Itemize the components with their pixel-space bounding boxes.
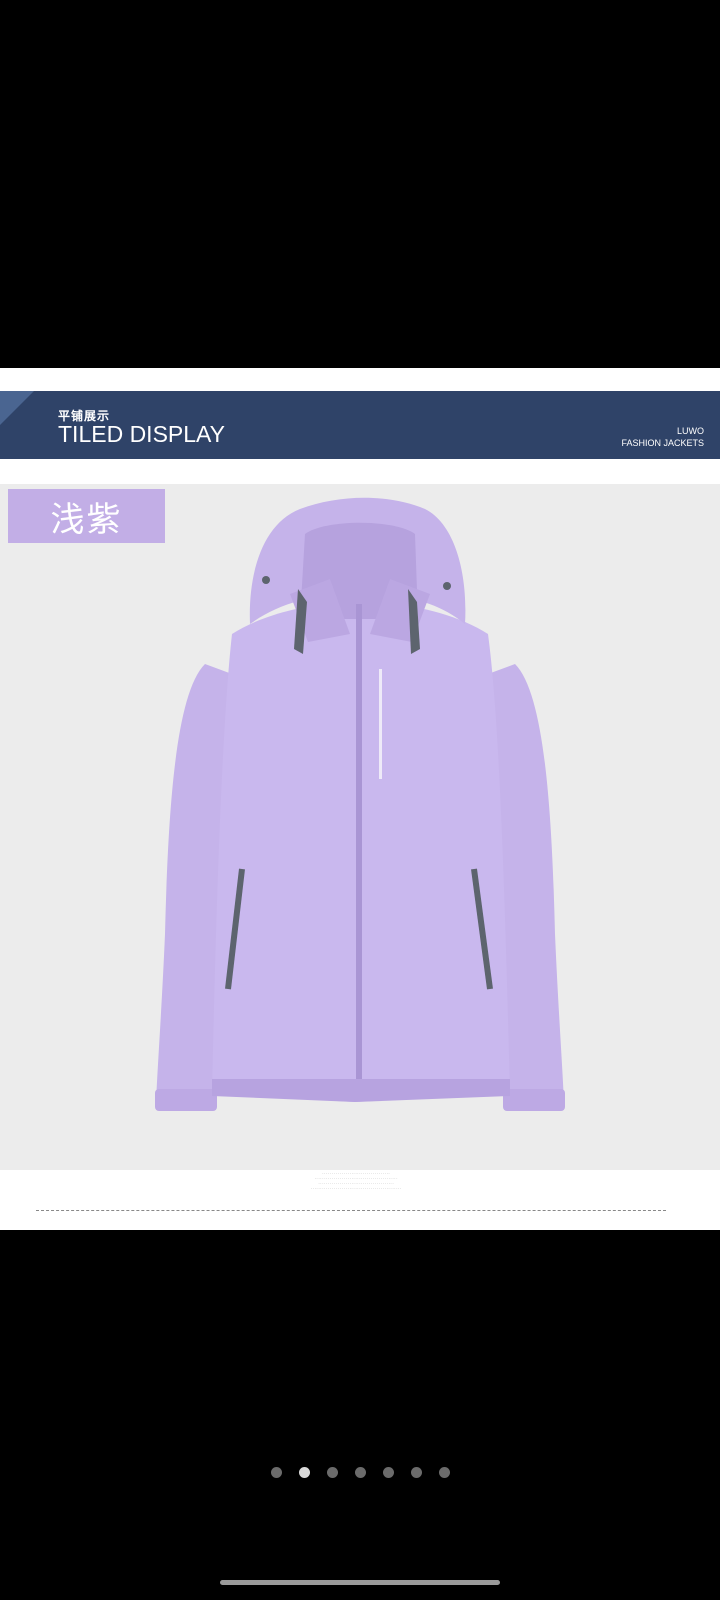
brand-tagline: FASHION JACKETS: [621, 438, 704, 448]
divider: [36, 1210, 666, 1212]
product-detail-image: 平铺展示 TILED DISPLAY LUWO FASHION JACKETS: [0, 368, 720, 1230]
color-variant-tag: 浅紫: [8, 489, 165, 543]
brand-name: LUWO: [677, 426, 704, 436]
product-photo: 浅紫: [0, 484, 720, 1170]
banner-title-en: TILED DISPLAY: [58, 421, 226, 447]
pager-dot[interactable]: [382, 1467, 394, 1478]
brand-label: LUWO FASHION JACKETS: [621, 425, 704, 449]
banner-corner-decoration: [0, 391, 34, 425]
section-banner: 平铺展示 TILED DISPLAY LUWO FASHION JACKETS: [0, 391, 720, 459]
home-indicator[interactable]: [220, 1580, 500, 1585]
pager-dot-active[interactable]: [298, 1467, 310, 1478]
pager-dot[interactable]: [438, 1467, 450, 1478]
image-pager[interactable]: [0, 1467, 720, 1481]
pager-dot[interactable]: [410, 1467, 422, 1478]
fine-print-text: · · · · · · · · · · · · · · · · · · · · …: [310, 1172, 402, 1191]
pager-dot[interactable]: [354, 1467, 366, 1478]
pager-dot[interactable]: [326, 1467, 338, 1478]
jacket-illustration: [155, 497, 565, 1111]
pager-dot[interactable]: [270, 1467, 282, 1478]
